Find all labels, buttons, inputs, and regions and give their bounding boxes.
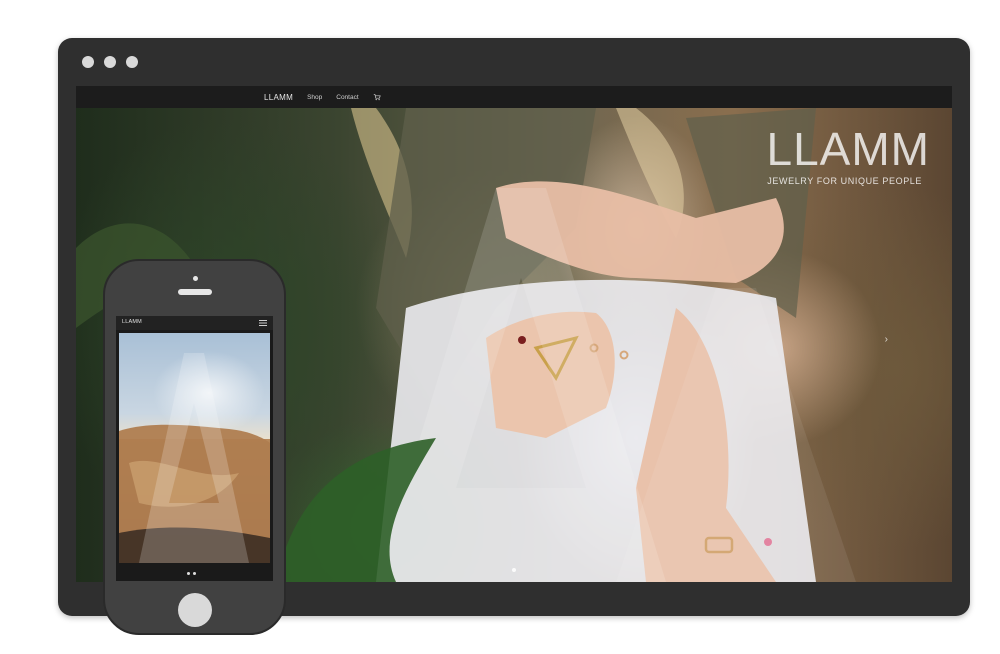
nav-logo[interactable]: LLAMM — [264, 93, 293, 102]
slider-dot[interactable] — [512, 568, 516, 572]
phone-navbar: LLAMM — [116, 316, 273, 330]
phone-slider-dot[interactable] — [193, 572, 196, 575]
site-navbar: LLAMM Shop Contact — [76, 86, 952, 108]
phone-slider-dot[interactable] — [187, 572, 190, 575]
slider-pagination — [512, 568, 516, 572]
window-controls — [82, 56, 138, 68]
slider-next-arrow[interactable]: › — [885, 334, 888, 345]
window-dot-3[interactable] — [126, 56, 138, 68]
phone-mockup: LLAMM — [103, 259, 286, 635]
phone-screen: LLAMM — [116, 316, 273, 581]
window-dot-2[interactable] — [104, 56, 116, 68]
cart-icon[interactable] — [373, 93, 381, 101]
hero-tagline: JEWELRY FOR UNIQUE PEOPLE — [767, 176, 922, 186]
phone-slider-pagination — [187, 572, 196, 575]
window-dot-1[interactable] — [82, 56, 94, 68]
hero-title: LLAMM — [766, 123, 930, 175]
phone-home-button[interactable] — [178, 593, 212, 627]
nav-link-contact[interactable]: Contact — [336, 94, 358, 101]
phone-nav-logo[interactable]: LLAMM — [122, 319, 142, 325]
nav-link-shop[interactable]: Shop — [307, 94, 322, 101]
phone-hero-photo — [119, 333, 270, 563]
hamburger-icon[interactable] — [259, 320, 267, 326]
phone-speaker — [178, 289, 212, 295]
phone-camera — [193, 276, 198, 281]
